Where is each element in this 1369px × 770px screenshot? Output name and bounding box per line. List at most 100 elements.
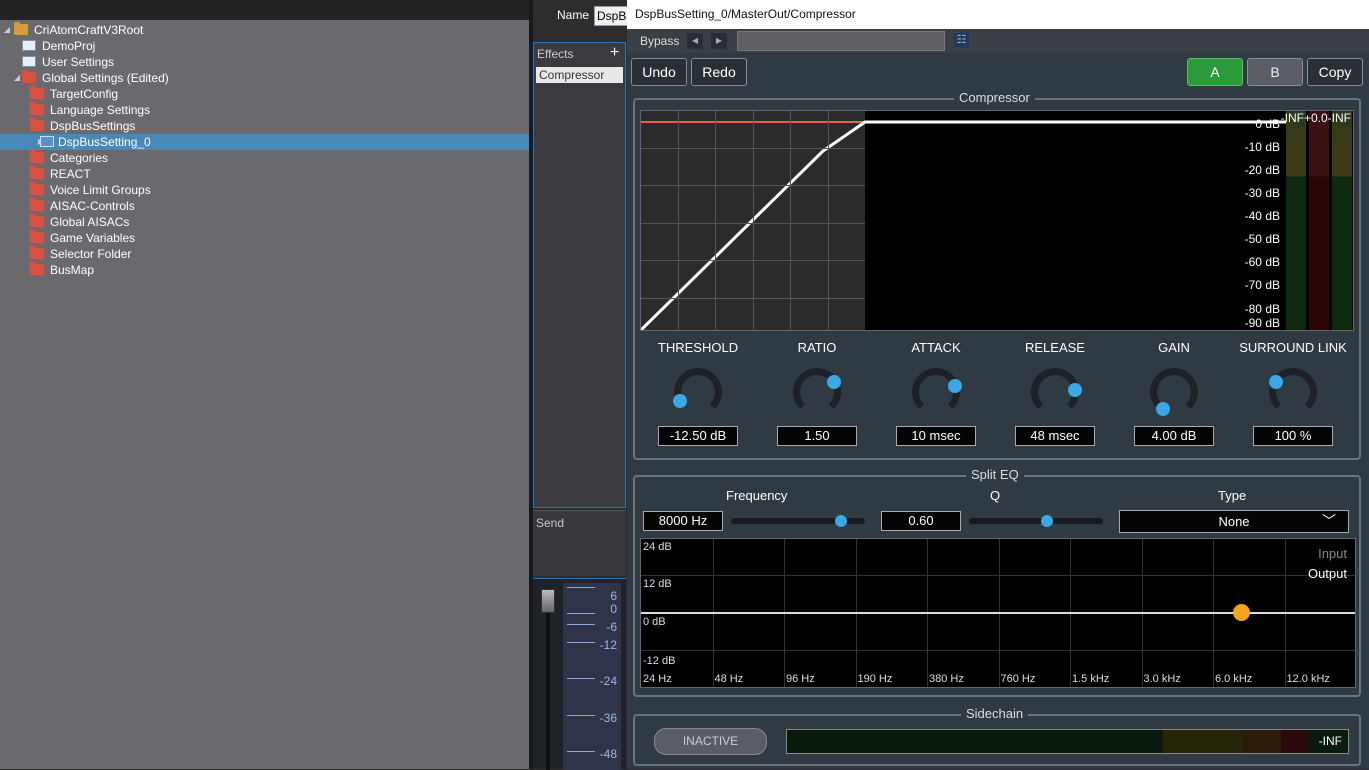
tree-item-label: Voice Limit Groups [50, 183, 151, 197]
tree-item[interactable]: DemoProj [0, 38, 529, 54]
fader-scale-tick: -24 [599, 674, 617, 688]
fader-scale: 6 0 -6 -12 -24 -36 -48 [563, 583, 621, 770]
expand-arrow-icon[interactable]: ◢ [12, 70, 22, 86]
eq-control-point[interactable] [1233, 604, 1250, 621]
q-slider[interactable] [969, 515, 1103, 527]
eq-response-graph: 24 dB 12 dB 0 dB -12 dB 24 Hz 48 Hz 96 Hz 190 H… [640, 538, 1356, 688]
effect-item-compressor[interactable]: Compressor [536, 67, 623, 83]
tree-item[interactable]: ▶Voice Limit Groups [0, 182, 529, 198]
preset-b-button[interactable]: B [1247, 58, 1303, 86]
q-slider-thumb[interactable] [1040, 515, 1053, 527]
add-effect-button[interactable]: + [607, 45, 622, 61]
db-axis-label: 0 dB [1255, 117, 1280, 131]
name-field[interactable]: DspBusSetting_0 [594, 6, 630, 26]
folder-icon [30, 262, 44, 275]
folder-icon [30, 246, 44, 259]
compressor-curve-graph: -INF+0.0-INF 0 dB -10 dB -20 dB -30 dB -40 d… [640, 110, 1354, 331]
knob-title: RELEASE [1025, 340, 1085, 355]
input-meter [1286, 111, 1306, 330]
fader-scale-tick: -12 [599, 638, 617, 652]
eq-x-label: 3.0 kHz [1143, 673, 1181, 685]
bypass-label: Bypass [640, 34, 680, 48]
knob-value-field[interactable]: 48 msec [1015, 426, 1095, 446]
q-label: Q [990, 488, 1001, 503]
bypass-bar: Bypass ◀ ▶ ☷ [627, 29, 1369, 53]
tree-item-label: BusMap [50, 263, 95, 277]
folder-icon [30, 150, 44, 163]
prev-preset-icon[interactable]: ◀ [687, 33, 703, 49]
knob-value-field[interactable]: 4.00 dB [1134, 426, 1214, 446]
fader-scale-tick: -48 [599, 747, 617, 761]
redo-button[interactable]: Redo [691, 58, 747, 86]
fader-track[interactable] [546, 599, 550, 770]
eq-x-label: 12.0 kHz [1286, 673, 1330, 685]
fader-scale-line [567, 624, 595, 625]
knob-value-field[interactable]: 100 % [1253, 426, 1333, 446]
tree-item-label: Categories [50, 151, 109, 165]
tree-item[interactable]: ▶AISAC-Controls [0, 198, 529, 214]
tree-item-label: AISAC-Controls [50, 199, 135, 213]
frequency-slider-thumb[interactable] [834, 515, 847, 527]
knob-threshold[interactable] [674, 368, 722, 416]
fader-scale-line [567, 715, 595, 716]
eq-x-label: 48 Hz [714, 673, 744, 685]
project-tree: ◢ CriAtomCraftV3Root DemoProj User Settings… [0, 0, 529, 769]
sidechain-inactive-button[interactable]: INACTIVE [654, 728, 767, 755]
folder-icon [30, 198, 44, 211]
eq-x-label: 6.0 kHz [1215, 673, 1253, 685]
tree-item[interactable]: ▶Global AISACs [0, 214, 529, 230]
legend-output: Output [1307, 566, 1347, 581]
tree-item[interactable]: ◢ CriAtomCraftV3Root [0, 22, 529, 38]
sidechain-meter: -INF [786, 729, 1349, 754]
tree-item[interactable]: ▶TargetConfig [0, 86, 529, 102]
undo-button[interactable]: Undo [631, 58, 687, 86]
compressor-window: DspBusSetting_0/MasterOut/Compressor Byp… [627, 0, 1369, 769]
knob-title: SURROUND LINK [1239, 340, 1347, 355]
sidechain-title: Sidechain [961, 706, 1029, 721]
q-value[interactable]: 0.60 [881, 511, 961, 531]
send-panel: Send [533, 510, 626, 576]
tree-item[interactable]: ▶Game Variables [0, 230, 529, 246]
tree-item[interactable]: User Settings [0, 54, 529, 70]
knob-indicator [1268, 374, 1283, 389]
tree-item[interactable]: ▶Categories [0, 150, 529, 166]
tree-item[interactable]: ▶DspBusSetting_0 [0, 134, 529, 150]
tree-item[interactable]: ▶Language Settings [0, 102, 529, 118]
preset-list-icon[interactable]: ☷ [954, 33, 969, 48]
preset-a-button[interactable]: A [1187, 58, 1243, 86]
name-label: Name [557, 8, 590, 22]
knob-value-field[interactable]: 1.50 [777, 426, 857, 446]
knob-title: RATIO [797, 340, 837, 355]
tree-item[interactable]: ◢DspBusSettings [0, 118, 529, 134]
bus-icon [40, 136, 54, 147]
knob-value-field[interactable]: 10 msec [896, 426, 976, 446]
folder-icon [30, 102, 44, 115]
knob-indicator [948, 378, 963, 393]
grid-line [641, 223, 865, 224]
knob-title: GAIN [1158, 340, 1190, 355]
folder-icon [30, 86, 44, 99]
tree-item-label: Language Settings [50, 103, 151, 117]
knob-value-field[interactable]: -12.50 dB [658, 426, 738, 446]
type-dropdown[interactable]: None ﹀ [1119, 510, 1349, 533]
project-icon [22, 40, 36, 51]
tree-item[interactable]: ▶Selector Folder [0, 246, 529, 262]
send-label: Send [536, 516, 565, 530]
tree-item[interactable]: ▶BusMap [0, 262, 529, 278]
eq-y-label: 24 dB [643, 541, 672, 553]
next-preset-icon[interactable]: ▶ [711, 33, 727, 49]
eq-y-label: 0 dB [643, 616, 666, 628]
frequency-value[interactable]: 8000 Hz [643, 511, 723, 531]
frequency-slider[interactable] [731, 515, 865, 527]
expand-arrow-icon[interactable]: ◢ [2, 22, 12, 38]
tree-item[interactable]: ◢ Global Settings (Edited) [0, 70, 529, 86]
db-axis-label: -30 dB [1244, 186, 1280, 200]
fader-handle[interactable] [541, 589, 555, 613]
eq-x-label: 190 Hz [857, 673, 893, 685]
sidechain-meter-value: -INF [1318, 734, 1342, 748]
copy-button[interactable]: Copy [1307, 58, 1363, 86]
eq-x-label: 1.5 kHz [1072, 673, 1110, 685]
fader-scale-line [567, 642, 595, 643]
tree-item[interactable]: ▶REACT [0, 166, 529, 182]
preset-dropdown[interactable] [737, 31, 945, 51]
